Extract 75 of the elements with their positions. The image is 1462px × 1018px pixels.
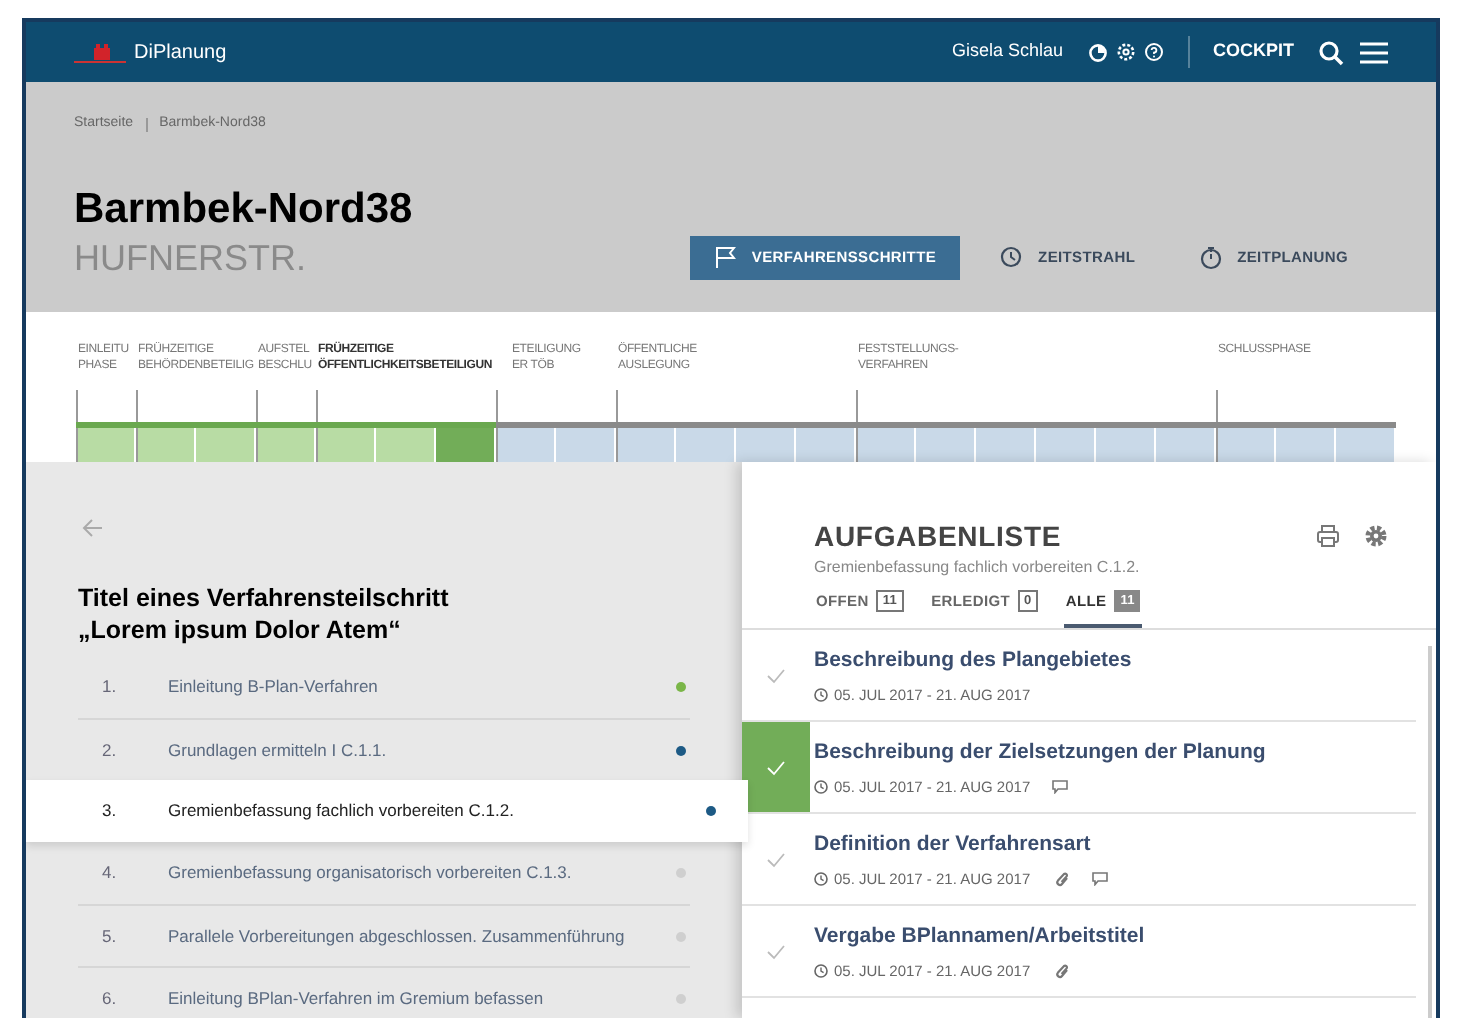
timeline-segment[interactable] <box>1036 428 1096 462</box>
step-label: Gremienbefassung organisatorisch vorbereiten C.1.3. <box>168 860 574 886</box>
step-label: Einleitung BPlan-Verfahren im Gremium befassen <box>168 985 546 1011</box>
timer-icon[interactable] <box>1087 42 1107 62</box>
check-icon <box>766 851 786 868</box>
clock-icon <box>814 780 828 795</box>
timeline-segment[interactable] <box>796 428 856 462</box>
step-row[interactable]: 5. Parallele Vorbereitungen abgeschlossen. Zusammenführung <box>78 904 690 966</box>
user-name[interactable]: Gisela Schlau <box>951 38 1063 66</box>
check-icon <box>766 943 786 960</box>
timeline-segment[interactable] <box>856 428 916 462</box>
timeline-segment[interactable] <box>196 428 256 462</box>
timeline-segment[interactable] <box>76 428 136 462</box>
clock-icon <box>814 872 828 887</box>
search-icon[interactable] <box>1318 39 1344 65</box>
timeline-segment[interactable] <box>1216 428 1276 462</box>
print-icon[interactable] <box>1316 524 1340 548</box>
help-icon[interactable] <box>1143 42 1163 62</box>
scrollbar[interactable] <box>1428 646 1432 1018</box>
timeline-segment[interactable] <box>256 428 316 462</box>
step-label: Gremienbefassung fachlich vorbereiten C.1.2. <box>168 798 516 824</box>
timeline-segment[interactable] <box>316 428 376 462</box>
step-number: 3. <box>102 798 119 824</box>
paperclip-icon[interactable] <box>1056 871 1071 888</box>
task-checkbox[interactable] <box>742 722 810 813</box>
task-title[interactable]: Definition der Verfahrensart <box>814 830 1109 862</box>
timeline-segment[interactable] <box>676 428 736 462</box>
step-number: 6. <box>102 985 119 1011</box>
timeline-segment[interactable] <box>1156 428 1216 462</box>
step-label: Grundlagen ermitteln I C.1.1. <box>168 737 389 763</box>
task-list-subtitle: Gremienbefassung fachlich vorbereiten C.1.2. <box>814 556 1142 580</box>
task-title[interactable]: Beschreibung des Plangebietes <box>814 646 1132 678</box>
clock-icon <box>814 964 828 979</box>
step-row[interactable]: 4. Gremienbefassung organisatorisch vorbereiten C.1.3. <box>78 842 690 904</box>
project-subtitle: HUFNERSTR. <box>74 236 306 282</box>
timeline-segment[interactable] <box>556 428 616 462</box>
step-label: Parallele Vorbereitungen abgeschlossen. Zusammenführung <box>168 923 627 949</box>
timeline-segment[interactable] <box>736 428 796 462</box>
timeline-segment[interactable] <box>1336 428 1396 462</box>
clock-icon <box>1000 246 1023 269</box>
project-title: Barmbek-Nord38 <box>74 183 415 235</box>
step-title: Titel eines Verfahrensteilschritt „Lorem ipsum Dolor Atem“ <box>78 582 451 646</box>
step-row[interactable]: 3. Gremienbefassung fachlich vorbereiten C.1.2. <box>26 780 748 842</box>
timeline-segment[interactable] <box>916 428 976 462</box>
comment-icon[interactable] <box>1052 780 1069 795</box>
step-number: 4. <box>102 860 119 886</box>
timeline-segment[interactable] <box>436 428 496 462</box>
timeline-segment[interactable] <box>976 428 1036 462</box>
paperclip-icon[interactable] <box>1056 963 1071 980</box>
app-name[interactable]: DiPlanung <box>134 37 227 67</box>
step-row[interactable]: 6. Einleitung BPlan-Verfahren im Gremium befassen <box>78 966 690 1018</box>
step-number: 2. <box>102 737 119 763</box>
comment-icon[interactable] <box>1092 872 1109 887</box>
settings-icon[interactable] <box>1364 524 1388 548</box>
step-label: Einleitung B-Plan-Verfahren <box>168 674 380 700</box>
check-icon <box>766 667 786 684</box>
timeline-segment[interactable] <box>616 428 676 462</box>
task-title[interactable]: Beschreibung der Zielsetzungen der Planung <box>814 738 1266 770</box>
timeline-segment[interactable] <box>136 428 196 462</box>
timeline-segment[interactable] <box>496 428 556 462</box>
timeline-segment[interactable] <box>1096 428 1156 462</box>
timeline-segment[interactable] <box>1276 428 1336 462</box>
logo-icon <box>74 40 126 64</box>
stopwatch-icon <box>1199 245 1222 270</box>
check-icon <box>766 759 786 776</box>
step-number: 5. <box>102 923 119 949</box>
step-number: 1. <box>102 674 119 700</box>
menu-icon[interactable] <box>1360 41 1388 63</box>
task-title[interactable]: Vergabe BPlannamen/Arbeitstitel <box>814 922 1145 954</box>
flag-icon <box>713 246 736 269</box>
cockpit-link[interactable]: COCKPIT <box>1213 38 1294 66</box>
clock-icon <box>814 688 828 703</box>
task-list-title: AUFGABENLISTE <box>814 522 1064 550</box>
step-row[interactable]: 1. Einleitung B-Plan-Verfahren <box>78 656 690 718</box>
timeline-segment[interactable] <box>376 428 436 462</box>
